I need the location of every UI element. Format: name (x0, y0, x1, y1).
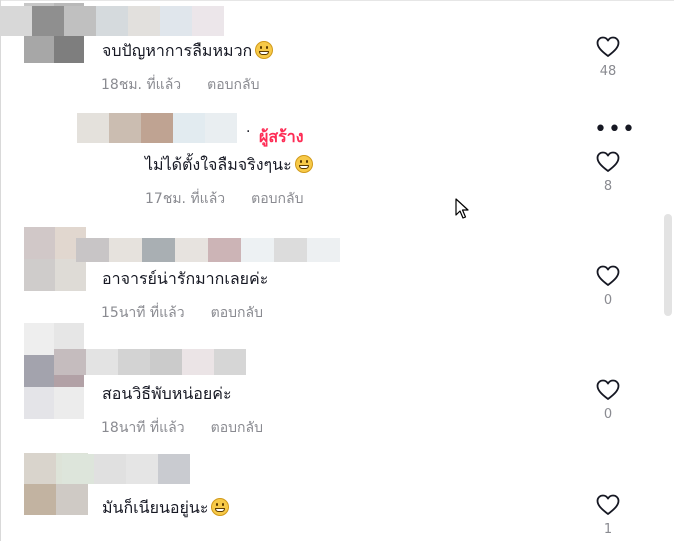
scrollbar-thumb[interactable] (664, 214, 672, 316)
comment-time: 18ชม. ที่แล้ว (101, 77, 182, 93)
comment-time: 18นาที ที่แล้ว (101, 420, 185, 436)
heart-outline-icon (596, 36, 620, 57)
comment-time: 17ชม. ที่แล้ว (145, 191, 226, 207)
comment-text: อาจารย์น่ารักมากเลยค่ะ (102, 269, 269, 288)
comment-meta: 18นาที ที่แล้ว ตอบกลับ (101, 418, 263, 438)
mouse-cursor-icon (455, 198, 469, 219)
like-count: 1 (603, 522, 613, 537)
top-border (0, 0, 674, 1)
reply-button[interactable]: ตอบกลับ (211, 305, 263, 321)
comment-meta: 17ชม. ที่แล้ว ตอบกลับ (145, 189, 303, 209)
like-count: 0 (603, 293, 613, 308)
comment-text: มันก็เนียนอยู่นะ (102, 497, 230, 519)
like-count: 8 (603, 179, 613, 194)
heart-outline-icon (596, 494, 620, 515)
like-button[interactable]: 1 (593, 494, 623, 537)
like-count: 0 (603, 407, 613, 422)
left-border (0, 0, 1, 541)
more-options-icon[interactable]: ••• (594, 119, 636, 141)
like-button[interactable]: 8 (593, 151, 623, 194)
comment-text: สอนวิธีพับหน่อยค่ะ (102, 384, 232, 403)
like-count: 48 (599, 64, 617, 79)
comment-time: 15นาที ที่แล้ว (101, 305, 185, 321)
heart-outline-icon (596, 151, 620, 172)
username[interactable] (77, 113, 237, 143)
comment-text: ไม่ได้ตั้งใจลืมจริงๆนะ (145, 154, 313, 176)
creator-separator: · (246, 124, 251, 140)
laughing-emoji (294, 155, 313, 173)
username[interactable] (0, 6, 224, 36)
heart-outline-icon (596, 265, 620, 286)
comment-text: จบปัญหาการลืมหมวก (102, 40, 274, 62)
like-button[interactable]: 0 (593, 265, 623, 308)
like-button[interactable]: 48 (593, 36, 623, 79)
reply-button[interactable]: ตอบกลับ (207, 77, 259, 93)
comment-meta: 15นาที ที่แล้ว ตอบกลับ (101, 303, 263, 323)
reply-button[interactable]: ตอบกลับ (211, 420, 263, 436)
comment-meta: 18ชม. ที่แล้ว ตอบกลับ (101, 75, 259, 95)
heart-outline-icon (596, 379, 620, 400)
laughing-emoji (211, 498, 230, 516)
grinning-emoji (255, 41, 274, 59)
username[interactable] (76, 238, 340, 262)
creator-label: ผู้สร้าง (259, 127, 304, 146)
like-button[interactable]: 0 (593, 379, 623, 422)
username[interactable] (62, 454, 190, 484)
username[interactable] (54, 349, 246, 375)
reply-button[interactable]: ตอบกลับ (251, 191, 303, 207)
